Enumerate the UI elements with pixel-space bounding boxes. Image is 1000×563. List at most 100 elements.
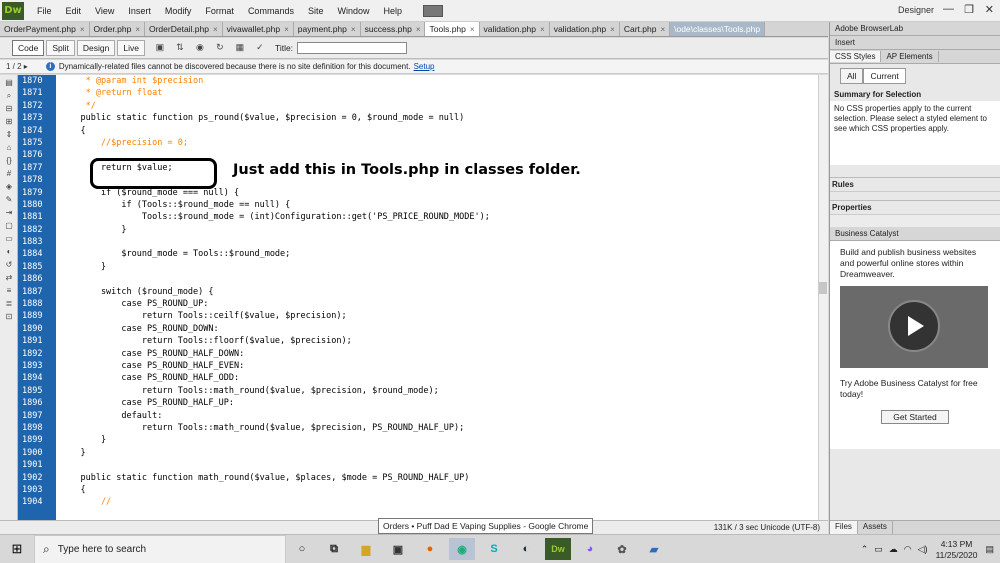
menu-item[interactable]: Help: [376, 6, 409, 16]
split-view-button[interactable]: Split: [46, 40, 75, 56]
close-tab-icon[interactable]: ×: [351, 25, 356, 34]
close-tab-icon[interactable]: ×: [540, 25, 545, 34]
dreamweaver-taskbar-icon[interactable]: Dw: [545, 538, 571, 560]
multiscreen-icon[interactable]: ▣: [153, 42, 167, 54]
menu-item[interactable]: Format: [198, 6, 241, 16]
document-tab[interactable]: validation.php ×: [550, 22, 620, 36]
menu-item[interactable]: Window: [330, 6, 376, 16]
scrollbar-thumb[interactable]: [819, 282, 827, 294]
taskbar-search-box[interactable]: ⌕ Type here to search: [34, 534, 286, 563]
collapse-selection-icon[interactable]: ⊞: [3, 116, 15, 127]
wifi-icon[interactable]: ◠: [904, 544, 912, 555]
menu-item[interactable]: Commands: [241, 6, 301, 16]
cortana-icon[interactable]: ○: [289, 538, 315, 560]
close-tab-icon[interactable]: ×: [470, 25, 475, 34]
auto-indent-icon[interactable]: ⇥: [3, 207, 15, 218]
all-mode-button[interactable]: All: [840, 68, 864, 84]
skype-icon[interactable]: S: [481, 538, 507, 560]
workspace-switcher[interactable]: Designer: [898, 5, 934, 15]
network-icon[interactable]: ▭: [874, 544, 883, 555]
close-tab-icon[interactable]: ×: [660, 25, 665, 34]
browserlab-panel-header[interactable]: Adobe BrowserLab: [830, 22, 1000, 36]
menu-item[interactable]: Edit: [59, 6, 89, 16]
document-title-input[interactable]: [297, 42, 408, 54]
outdent-code-icon[interactable]: ≣: [3, 298, 15, 309]
close-tab-icon[interactable]: ×: [416, 25, 421, 34]
apply-comment-icon[interactable]: ▢: [3, 220, 15, 231]
document-tab[interactable]: payment.php ×: [294, 22, 361, 36]
document-tab[interactable]: Cart.php ×: [620, 22, 671, 36]
task-view-icon[interactable]: ⧉: [321, 538, 347, 560]
close-tab-icon[interactable]: ×: [284, 25, 289, 34]
format-source-icon[interactable]: ⊡: [3, 311, 15, 322]
document-tab[interactable]: validation.php ×: [480, 22, 550, 36]
tab-assets[interactable]: Assets: [858, 521, 893, 534]
maximize-icon[interactable]: ❐: [964, 3, 974, 16]
setup-link[interactable]: Setup: [414, 62, 435, 71]
close-icon[interactable]: ✕: [985, 3, 994, 16]
document-tab[interactable]: \ode\classes\Tools.php: [670, 22, 766, 36]
close-tab-icon[interactable]: ×: [213, 25, 218, 34]
menu-item[interactable]: File: [30, 6, 59, 16]
windows-start-icon[interactable]: ⊞: [0, 535, 34, 563]
file-management-icon[interactable]: ⇅: [173, 42, 187, 54]
document-tab[interactable]: success.php ×: [361, 22, 426, 36]
store-icon[interactable]: ▣: [385, 538, 411, 560]
document-tab[interactable]: OrderPayment.php ×: [0, 22, 90, 36]
move-css-icon[interactable]: ⇄: [3, 272, 15, 283]
document-tab[interactable]: Tools.php ×: [425, 22, 480, 36]
validate-icon[interactable]: ✓: [253, 42, 267, 54]
minimize-icon[interactable]: —: [943, 3, 954, 15]
close-tab-icon[interactable]: ×: [135, 25, 140, 34]
code-editor[interactable]: * @param int $precision * @return float …: [56, 75, 818, 520]
close-tab-icon[interactable]: ×: [80, 25, 85, 34]
line-numbers-icon[interactable]: #: [3, 168, 15, 179]
document-tab[interactable]: vivawallet.php ×: [223, 22, 294, 36]
rules-section[interactable]: Rules: [830, 177, 1000, 192]
related-files-pager[interactable]: 1 / 2 ▸: [6, 62, 28, 71]
menu-item[interactable]: Site: [301, 6, 331, 16]
business-catalyst-header[interactable]: Business Catalyst: [830, 227, 1000, 241]
bc-video-thumbnail[interactable]: [840, 286, 988, 368]
system-clock[interactable]: 4:13 PM 11/25/2020: [936, 539, 978, 561]
vertical-scrollbar[interactable]: [818, 75, 828, 520]
indent-code-icon[interactable]: ≡: [3, 285, 15, 296]
wrap-tag-icon[interactable]: ◐: [3, 246, 15, 257]
document-tab[interactable]: OrderDetail.php ×: [145, 22, 223, 36]
chevron-up-icon[interactable]: ⌃: [861, 544, 869, 555]
visual-aids-icon[interactable]: ▦: [233, 42, 247, 54]
tab-files[interactable]: Files: [830, 521, 858, 534]
get-started-button[interactable]: Get Started: [881, 410, 949, 424]
layout-switch-icon[interactable]: [423, 4, 443, 17]
volume-icon[interactable]: ◁): [918, 544, 928, 555]
select-parent-tag-icon[interactable]: ⌂: [3, 142, 15, 153]
tab-css-styles[interactable]: CSS Styles: [830, 51, 882, 62]
document-tab[interactable]: Order.php ×: [90, 22, 145, 36]
recent-snippets-icon[interactable]: ↺: [3, 259, 15, 270]
tab-ap-elements[interactable]: AP Elements: [881, 51, 939, 62]
properties-section[interactable]: Properties: [830, 200, 1000, 215]
file-explorer-icon[interactable]: ▆: [353, 538, 379, 560]
show-code-navigator-icon[interactable]: ⌕: [3, 90, 15, 101]
notepad-icon[interactable]: ▰: [641, 538, 667, 560]
syntax-coloring-icon[interactable]: ✎: [3, 194, 15, 205]
remove-comment-icon[interactable]: ▭: [3, 233, 15, 244]
menu-item[interactable]: View: [88, 6, 121, 16]
preview-icon[interactable]: ◉: [193, 42, 207, 54]
insert-panel-header[interactable]: Insert: [830, 36, 1000, 50]
paint-icon[interactable]: ✿: [609, 538, 635, 560]
design-view-button[interactable]: Design: [76, 40, 116, 56]
live-view-button[interactable]: Live: [117, 40, 145, 56]
chrome-icon[interactable]: ◉: [449, 538, 475, 560]
current-mode-button[interactable]: Current: [863, 68, 906, 84]
messenger-icon[interactable]: ◕: [577, 538, 603, 560]
highlight-invalid-code-icon[interactable]: ◈: [3, 181, 15, 192]
menu-item[interactable]: Modify: [158, 6, 199, 16]
collapse-tag-icon[interactable]: ⊟: [3, 103, 15, 114]
firefox-icon[interactable]: ●: [417, 538, 443, 560]
app-icon[interactable]: ◐: [513, 538, 539, 560]
balance-braces-icon[interactable]: {}: [3, 155, 15, 166]
code-view-button[interactable]: Code: [12, 40, 45, 56]
cloud-icon[interactable]: ☁: [889, 544, 898, 555]
expand-all-icon[interactable]: ⇕: [3, 129, 15, 140]
